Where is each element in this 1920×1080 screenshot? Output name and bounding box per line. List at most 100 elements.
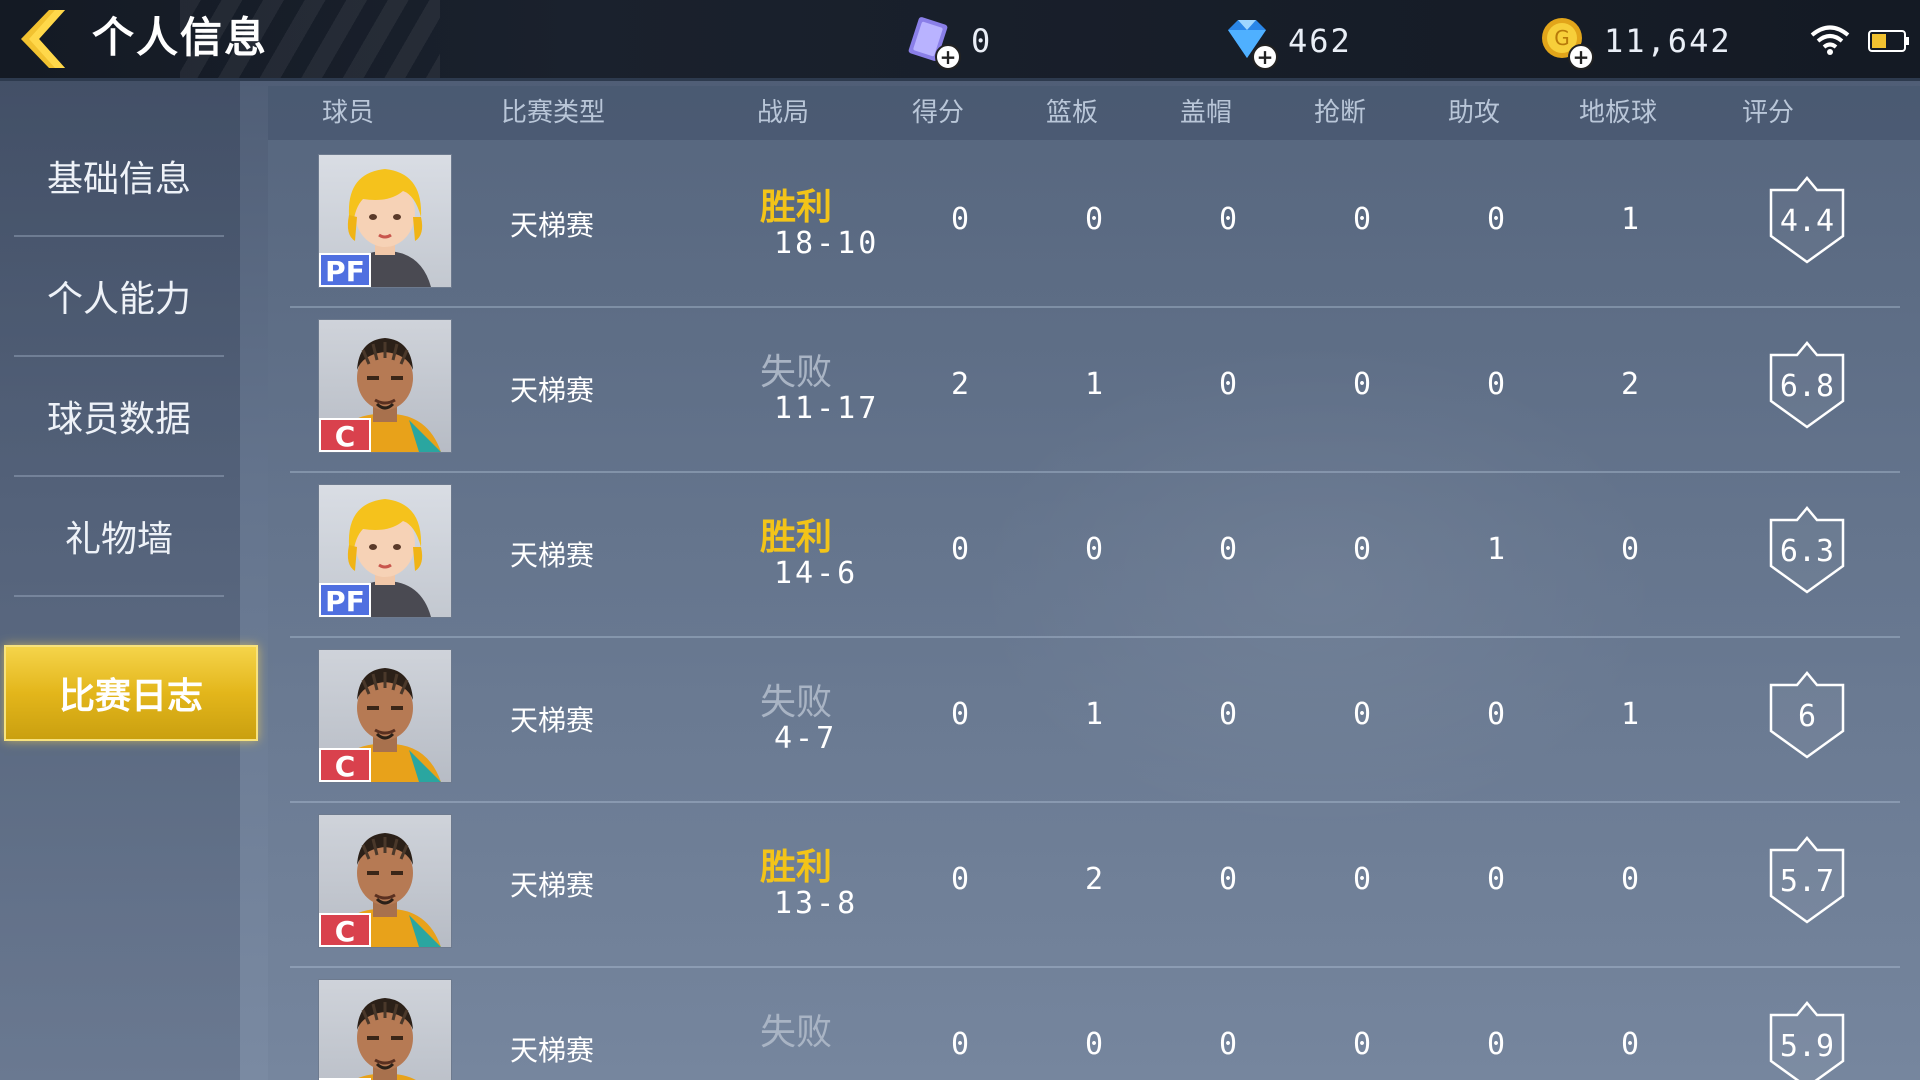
- blocks-cell: 0: [1218, 1027, 1238, 1062]
- blocks-cell: 0: [1218, 367, 1238, 402]
- match-log-table: 球员 比赛类型 战局 得分 篮板 盖帽 抢断 助攻 地板球 评分 PF 天梯赛 胜利…: [268, 86, 1920, 1080]
- match-result: 胜利: [760, 187, 833, 228]
- loose-balls-cell: 0: [1620, 532, 1640, 567]
- table-row[interactable]: C 天梯赛 胜利 13-8 0 2 0 0 0 0 5.7: [290, 802, 1900, 968]
- steals-cell: 0: [1352, 697, 1372, 732]
- match-type: 天梯赛: [510, 704, 595, 737]
- wifi-icon: [1810, 25, 1850, 55]
- sidebar-item-gift-wall[interactable]: 礼物墙: [14, 477, 224, 597]
- ticket-count: 0: [971, 22, 993, 60]
- assists-cell: 0: [1486, 202, 1506, 237]
- steals-cell: 0: [1352, 367, 1372, 402]
- match-result: 失败: [760, 352, 833, 393]
- page-title: 个人信息: [92, 13, 269, 62]
- assists-cell: 1: [1486, 532, 1506, 567]
- match-type: 天梯赛: [510, 1034, 595, 1067]
- back-button[interactable]: [14, 6, 74, 72]
- ticket-currency[interactable]: + 0: [905, 14, 993, 70]
- match-result: 失败: [760, 682, 833, 723]
- rating-value: 6: [1797, 699, 1817, 734]
- player-avatar: C: [318, 979, 452, 1080]
- assists-cell: 0: [1486, 1027, 1506, 1062]
- sidebar-item-player-data[interactable]: 球员数据: [14, 357, 224, 477]
- sidebar-item-label: 球员数据: [46, 399, 191, 440]
- chevron-left-icon: [21, 10, 65, 68]
- position-badge: C: [319, 748, 371, 782]
- loose-balls-cell: 1: [1620, 202, 1640, 237]
- rebounds-cell: 1: [1084, 697, 1104, 732]
- match-type: 天梯赛: [510, 539, 595, 572]
- table-row[interactable]: C 天梯赛 失败 11-17 2 1 0 0 0 2 6.8: [290, 307, 1900, 473]
- loose-balls-cell: 0: [1620, 1027, 1640, 1062]
- points-cell: 2: [950, 367, 970, 402]
- match-result: 胜利: [760, 517, 833, 558]
- sidebar-item-match-log[interactable]: 比赛日志: [4, 645, 258, 741]
- match-type: 天梯赛: [510, 209, 595, 242]
- rating-value: 6.3: [1779, 534, 1835, 569]
- diamond-currency[interactable]: + 462: [1222, 14, 1352, 70]
- steals-cell: 0: [1352, 202, 1372, 237]
- table-row[interactable]: C 天梯赛 失败 4-7 0 1 0 0 0 1 6: [290, 637, 1900, 803]
- points-cell: 0: [950, 532, 970, 567]
- position-badge: C: [319, 418, 371, 452]
- table-header: 球员 比赛类型 战局 得分 篮板 盖帽 抢断 助攻 地板球 评分: [268, 86, 1920, 140]
- match-result: 失败: [760, 1012, 833, 1053]
- blocks-cell: 0: [1218, 862, 1238, 897]
- top-bar: 个人信息 + 0 + 462 G + 11,642: [0, 0, 1920, 81]
- steals-cell: 0: [1352, 532, 1372, 567]
- match-score: 13-8: [774, 886, 859, 921]
- player-avatar: PF: [318, 484, 452, 618]
- player-avatar: C: [318, 319, 452, 453]
- coin-count: 11,642: [1604, 22, 1732, 60]
- loose-balls-cell: 1: [1620, 697, 1640, 732]
- coin-currency[interactable]: G + 11,642: [1538, 14, 1732, 70]
- match-score: 4-7: [774, 721, 838, 756]
- position-badge: C: [319, 913, 371, 947]
- battery-icon: [1868, 30, 1909, 52]
- rebounds-cell: 0: [1084, 532, 1104, 567]
- match-score: 14-6: [774, 556, 859, 591]
- sidebar-item-personal-ability[interactable]: 个人能力: [14, 237, 224, 357]
- column-header: 球员: [321, 98, 374, 128]
- column-header: 评分: [1741, 98, 1794, 128]
- svg-text:G: G: [1554, 26, 1570, 50]
- position-badge: PF: [319, 583, 371, 617]
- male-player-portrait: [354, 998, 416, 1080]
- column-header: 战局: [756, 98, 809, 128]
- column-header: 盖帽: [1179, 98, 1232, 128]
- coin-icon: G +: [1538, 14, 1594, 70]
- rating-badge: 5.9: [1767, 999, 1847, 1080]
- sidebar-item-label: 礼物墙: [64, 519, 173, 560]
- match-type: 天梯赛: [510, 374, 595, 407]
- points-cell: 0: [950, 1027, 970, 1062]
- table-row[interactable]: PF 天梯赛 胜利 18-10 0 0 0 0 0 1 4.4: [290, 142, 1900, 308]
- column-header: 得分: [911, 98, 964, 128]
- rating-badge: 5.7: [1767, 834, 1847, 926]
- table-row[interactable]: PF 天梯赛 胜利 14-6 0 0 0 0 1 0 6.3: [290, 472, 1900, 638]
- sidebar-item-label: 基础信息: [46, 159, 191, 200]
- column-header: 地板球: [1578, 98, 1657, 128]
- ticket-icon: +: [905, 14, 961, 70]
- rebounds-cell: 0: [1084, 202, 1104, 237]
- rating-badge: 4.4: [1767, 174, 1847, 266]
- sidebar-item-basic-info[interactable]: 基础信息: [14, 117, 224, 237]
- match-type: 天梯赛: [510, 869, 595, 902]
- table-row[interactable]: C 天梯赛 失败 0 0 0 0 0 0 5.9: [290, 967, 1900, 1080]
- points-cell: 0: [950, 202, 970, 237]
- points-cell: 0: [950, 697, 970, 732]
- points-cell: 0: [950, 862, 970, 897]
- blocks-cell: 0: [1218, 532, 1238, 567]
- rebounds-cell: 1: [1084, 367, 1104, 402]
- blocks-cell: 0: [1218, 697, 1238, 732]
- blocks-cell: 0: [1218, 202, 1238, 237]
- diamond-count: 462: [1288, 22, 1352, 60]
- diamond-icon: +: [1222, 14, 1278, 70]
- plus-icon: +: [1252, 44, 1278, 70]
- steals-cell: 0: [1352, 862, 1372, 897]
- player-avatar: C: [318, 649, 452, 783]
- rating-badge: 6.3: [1767, 504, 1847, 596]
- sidebar-item-label: 个人能力: [46, 279, 191, 320]
- rating-value: 5.9: [1779, 1029, 1835, 1064]
- assists-cell: 0: [1486, 697, 1506, 732]
- match-score: 11-17: [774, 391, 880, 426]
